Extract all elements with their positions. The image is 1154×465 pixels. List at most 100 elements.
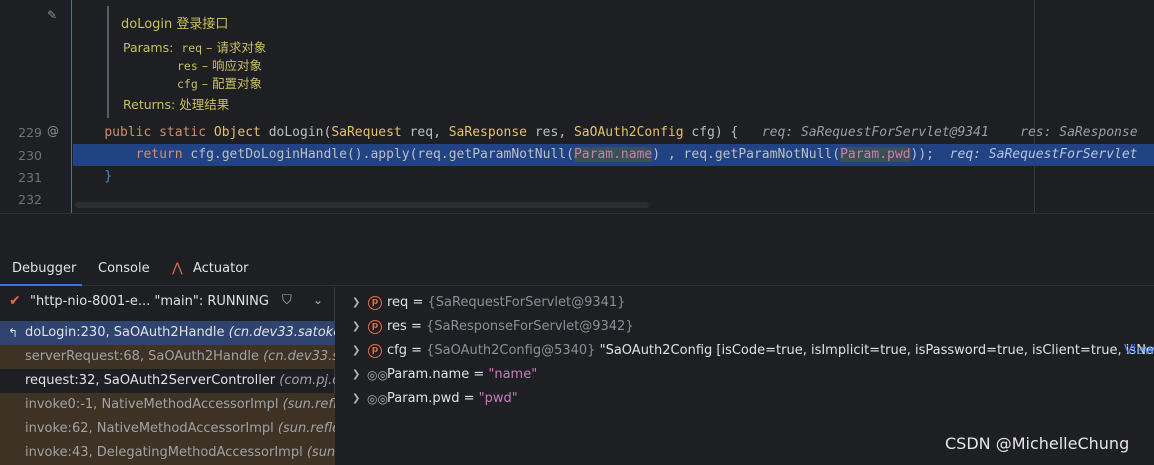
variable-row[interactable]: ❯ p res = {SaResponseForServlet@9342}: [336, 315, 1154, 339]
doc-param-desc: – 请求对象: [206, 40, 267, 55]
frame-text: invoke:62, NativeMethodAccessorImpl: [25, 421, 278, 436]
gutter-divider: [71, 0, 72, 213]
code-type: SaResponse: [448, 125, 528, 140]
frame-text: request:32, SaOAuth2ServerController: [25, 373, 280, 388]
frame-package: (cn.dev33.sato: [263, 349, 335, 364]
chevron-right-icon[interactable]: ❯: [352, 339, 360, 363]
frame-text: invoke0:-1, NativeMethodAccessorImpl: [25, 397, 283, 412]
parameter-icon: p: [368, 320, 382, 334]
doc-returns-desc: 处理结果: [179, 97, 230, 112]
frame-package: (sun.reflec: [282, 397, 335, 412]
stack-frame[interactable]: invoke:62, NativeMethodAccessorImpl (sun…: [0, 417, 335, 441]
equals-sign: =: [459, 391, 479, 406]
active-tab-indicator: [0, 284, 82, 286]
doc-param-desc: – 配置对象: [201, 76, 262, 91]
code-text: cfg.getDoLoginHandle: [190, 147, 347, 162]
parameter-icon: p: [368, 296, 382, 310]
code-editor[interactable]: ✎ 229 @ 230 231 232 doLogin 登录接口 Params:…: [0, 0, 1154, 213]
tab-debugger[interactable]: Debugger: [12, 261, 76, 276]
stack-frame[interactable]: invoke:43, DelegatingMethodAccessorImpl …: [0, 441, 335, 465]
code-type: SaRequest: [331, 125, 402, 140]
variable-value: {SaOAuth2Config@5340}: [426, 343, 596, 358]
view-link[interactable]: View: [1124, 339, 1154, 363]
equals-sign: =: [469, 367, 489, 382]
doc-param-desc: – 响应对象: [201, 58, 262, 73]
stack-frame[interactable]: request:32, SaOAuth2ServerController (co…: [0, 369, 335, 393]
variable-value: {SaRequestForServlet@9341}: [427, 295, 626, 310]
doc-param-row: cfg – 配置对象: [177, 73, 262, 92]
frame-package: (sun.reflect: [277, 421, 335, 436]
frame-package: (com.pj.oau: [279, 373, 335, 388]
variable-row[interactable]: ❯ p req = {SaRequestForServlet@9341}: [336, 291, 1154, 315]
variable-row[interactable]: ❯ p cfg = {SaOAuth2Config@5340} "SaOAuth…: [336, 339, 1154, 363]
debug-tabs: Debugger Console ⋀ Actuator: [0, 254, 1154, 286]
doc-params-label: Params:: [123, 40, 174, 55]
doc-param-row: res – 响应对象: [177, 55, 262, 74]
override-marker-icon[interactable]: @: [47, 124, 59, 138]
frame-package: (sun.re: [306, 445, 335, 460]
thread-label: "http-nio-8001-e... "main": RUNNING: [30, 294, 269, 309]
code-keyword: return: [135, 147, 183, 162]
inline-value-hint: req: SaRequestForServlet: [949, 147, 1138, 162]
code-text: ));: [910, 147, 935, 162]
tab-console[interactable]: Console: [98, 261, 150, 276]
return-arrow-icon: ↰: [8, 326, 19, 340]
frame-text: serverRequest:68, SaOAuth2Handle: [25, 349, 264, 364]
doc-param-name: cfg: [177, 77, 198, 91]
variable-tostring: "SaOAuth2Config [isCode=true, isImplicit…: [595, 343, 1154, 358]
watch-glasses-icon: ◎◎: [367, 392, 388, 406]
code-line-230-current[interactable]: return cfg.getDoLoginHandle().apply(req.…: [73, 144, 1154, 166]
watch-row[interactable]: ❯ ◎◎ Param.pwd = "pwd": [336, 387, 1154, 411]
editor-gutter[interactable]: ✎ 229 @ 230 231 232: [0, 0, 72, 213]
doc-returns-row: Returns: 处理结果: [123, 94, 229, 113]
chevron-right-icon[interactable]: ❯: [352, 363, 360, 387]
watermark: CSDN @MichelleChung: [945, 434, 1130, 453]
chevron-right-icon[interactable]: ❯: [352, 291, 360, 315]
watch-expression: Param.name: [387, 367, 470, 382]
debug-tool-window: Debugger Console ⋀ Actuator ✔ "http-nio-…: [0, 213, 1154, 465]
equals-sign: =: [408, 295, 428, 310]
variable-value: {SaResponseForServlet@9342}: [426, 319, 634, 334]
line-number: 230: [18, 148, 42, 163]
watch-row[interactable]: ❯ ◎◎ Param.name = "name": [336, 363, 1154, 387]
watch-glasses-icon: ◎◎: [367, 368, 388, 382]
stack-frame[interactable]: ↰ doLogin:230, SaOAuth2Handle (cn.dev33.…: [0, 321, 335, 345]
equals-sign: =: [406, 343, 427, 358]
code-line-229[interactable]: public static Object doLogin(SaRequest r…: [73, 122, 1154, 144]
line-number: 232: [18, 192, 42, 207]
check-icon: ✔: [9, 293, 21, 309]
code-line-231[interactable]: }: [73, 166, 1154, 188]
horizontal-scrollbar[interactable]: [75, 202, 649, 208]
doc-returns-label: Returns:: [123, 97, 176, 112]
inline-value-hint: res: SaResponse: [1020, 125, 1138, 140]
variable-name: req: [387, 295, 409, 310]
filter-icon[interactable]: ⛉: [282, 293, 292, 308]
frames-pane: ✔ "http-nio-8001-e... "main": RUNNING ⛉ …: [0, 287, 335, 465]
chevron-right-icon[interactable]: ❯: [352, 315, 360, 339]
doc-param-name: res: [177, 59, 198, 73]
line-number: 229: [18, 125, 42, 140]
actuator-icon: ⋀: [172, 261, 183, 276]
frame-text: doLogin:230, SaOAuth2Handle: [25, 325, 229, 340]
watch-expression: Param.pwd: [387, 391, 460, 406]
tab-actuator[interactable]: Actuator: [193, 261, 249, 276]
code-brace: }: [104, 169, 113, 184]
code-param: res,: [534, 125, 567, 140]
frame-text: invoke:43, DelegatingMethodAccessorImpl: [25, 445, 307, 460]
code-type: SaOAuth2Config: [573, 125, 684, 140]
doc-title: doLogin 登录接口: [121, 17, 229, 32]
chevron-right-icon[interactable]: ❯: [352, 387, 360, 411]
inline-value-hint: req: SaRequestForServlet@9341: [761, 125, 989, 140]
code-type: Object: [213, 125, 261, 140]
thread-selector[interactable]: ✔ "http-nio-8001-e... "main": RUNNING ⛉ …: [0, 287, 335, 317]
code-text: ) , req.getParamNotNull(: [652, 147, 841, 162]
chevron-down-icon[interactable]: ⌄: [313, 293, 323, 307]
stack-frame[interactable]: serverRequest:68, SaOAuth2Handle (cn.dev…: [0, 345, 335, 369]
watch-value: "name": [488, 367, 538, 382]
javadoc-rendered: doLogin 登录接口 Params: req – 请求对象 res – 响应…: [107, 6, 1032, 118]
edit-pencil-icon[interactable]: ✎: [47, 8, 57, 22]
stack-frame[interactable]: invoke0:-1, NativeMethodAccessorImpl (su…: [0, 393, 335, 417]
equals-sign: =: [406, 319, 427, 334]
parameter-icon: p: [368, 344, 382, 358]
watch-value: "pwd": [478, 391, 518, 406]
